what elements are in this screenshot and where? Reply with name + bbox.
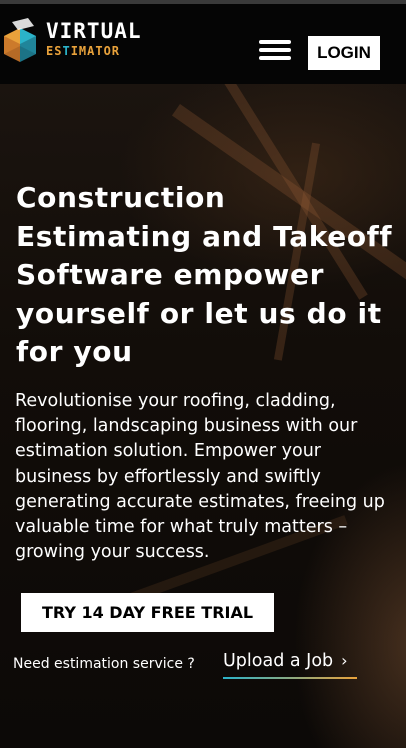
logo-text-virtual: VIRTUAL [46,19,142,43]
hamburger-menu-icon[interactable] [259,40,291,64]
hero-section: Construction Estimating and Takeoff Soft… [0,84,406,748]
login-button[interactable]: LOGIN [308,36,380,70]
hero-description: Revolutionise your roofing, cladding, fl… [15,391,385,563]
virtual-estimator-logo[interactable]: VIRTUAL ESTIMATOR [0,12,150,68]
free-trial-button[interactable]: TRY 14 DAY FREE TRIAL [21,593,274,632]
logo-text-estimator: ESTIMATOR [46,44,121,58]
site-header: VIRTUAL ESTIMATOR LOGIN [0,4,406,84]
service-prompt: Need estimation service ? [13,656,195,672]
upload-link-underline [223,677,357,679]
chevron-right-icon: › [341,651,348,670]
hero-title: Construction Estimating and Takeoff Soft… [16,181,393,368]
upload-job-link[interactable]: Upload a Job › [223,651,357,679]
upload-job-label: Upload a Job [223,651,334,671]
logo-mark-icon [4,18,36,62]
